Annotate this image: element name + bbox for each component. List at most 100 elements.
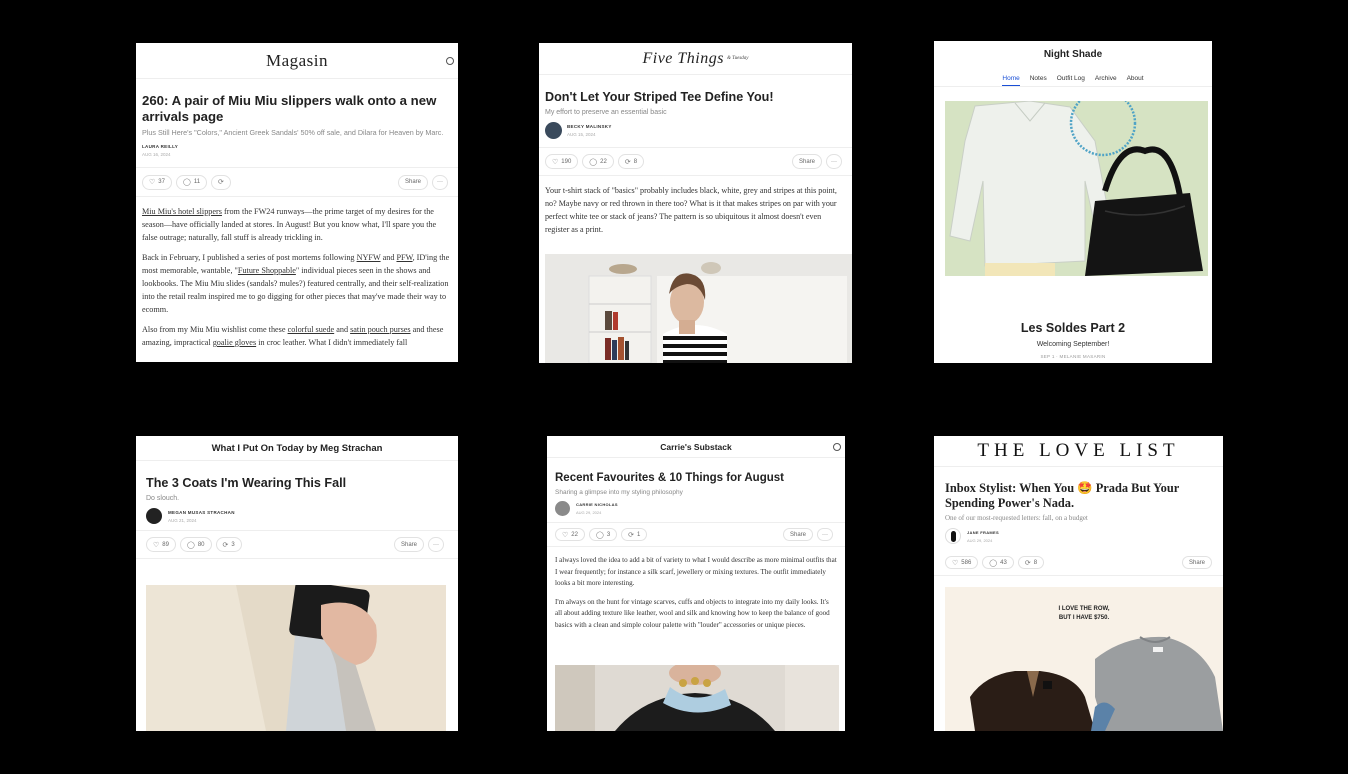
restack-count: 1	[637, 531, 641, 538]
restack-icon: ⟳	[624, 158, 631, 166]
restack-button[interactable]: ⟳	[211, 174, 231, 190]
like-button[interactable]: ♡ 89	[146, 537, 176, 552]
comment-button[interactable]: ◯ 43	[982, 556, 1014, 569]
post-card-the-love-list[interactable]: THE LOVE LIST Inbox Stylist: When You 🤩 …	[934, 436, 1223, 731]
comment-button[interactable]: ◯ 3	[588, 528, 618, 541]
like-count: 22	[571, 531, 578, 538]
avatar[interactable]	[945, 528, 961, 544]
restack-button[interactable]: ⟳ 8	[1017, 556, 1045, 569]
more-options-button[interactable]: ···	[428, 537, 444, 552]
post-title[interactable]: Les Soldes Part 2	[934, 321, 1212, 335]
like-button[interactable]: ♡ 586	[945, 556, 979, 569]
like-button[interactable]: ♡ 37	[142, 174, 172, 190]
post-subtitle: One of our most-requested letters: fall,…	[945, 514, 1088, 522]
post-title[interactable]: Don't Let Your Striped Tee Define You!	[545, 90, 846, 105]
post-title[interactable]: Recent Favourites & 10 Things for August	[555, 472, 837, 484]
nav-notes[interactable]: Notes	[1030, 75, 1047, 86]
nav-about[interactable]: About	[1127, 75, 1144, 86]
post-date: AUG 16, 2024	[142, 152, 171, 157]
nav-home[interactable]: Home	[1002, 75, 1020, 86]
more-options-button[interactable]: ···	[826, 154, 842, 169]
post-card-magasin[interactable]: Magasin 260: A pair of Miu Miu slippers …	[136, 43, 458, 362]
link[interactable]: Future Shoppable	[238, 266, 296, 275]
comment-count: 3	[606, 531, 611, 538]
nav-outfit-log[interactable]: Outfit Log	[1057, 75, 1085, 86]
link[interactable]: colorful suede	[288, 325, 335, 334]
publication-name[interactable]: THE LOVE LIST	[977, 440, 1179, 462]
post-card-five-things[interactable]: Five Things & Tuesday Don't Let Your Str…	[539, 43, 852, 363]
link[interactable]: goalie gloves	[213, 338, 256, 347]
more-options-button[interactable]: ···	[432, 174, 448, 190]
publication-nav: Home Notes Outfit Log Archive About	[934, 75, 1212, 87]
paragraph: I'm always on the hunt for vintage scarv…	[555, 597, 830, 629]
share-button[interactable]: Share	[393, 537, 424, 552]
publication-name[interactable]: Five Things	[642, 50, 724, 68]
share-button[interactable]: Share	[782, 528, 813, 541]
author-name[interactable]: CARRIE NICHOLAS	[576, 502, 618, 507]
engagement-bar: ♡ 586 ◯ 43 ⟳ 8 Share	[934, 550, 1223, 576]
publication-header: Magasin	[136, 43, 458, 79]
comment-icon: ◯	[182, 179, 191, 186]
paragraph: Back in February, I published a series o…	[142, 252, 450, 315]
paragraph: Your t-shirt stack of "basics" probably …	[545, 186, 837, 234]
like-button[interactable]: ♡ 22	[555, 528, 585, 541]
coat-mirror-selfie-photo	[146, 585, 446, 731]
link[interactable]: PFW	[396, 253, 412, 262]
nav-archive[interactable]: Archive	[1095, 75, 1117, 86]
comment-button[interactable]: ◯ 80	[179, 537, 212, 552]
comment-count: 22	[600, 158, 607, 165]
post-card-carries-substack[interactable]: Carrie's Substack Recent Favourites & 10…	[547, 436, 845, 731]
search-icon[interactable]	[833, 442, 841, 451]
link[interactable]: satin pouch purses	[350, 325, 411, 334]
link[interactable]: NYFW	[357, 253, 381, 262]
publication-name[interactable]: What I Put On Today by Meg Strachan	[212, 443, 383, 454]
post-card-night-shade[interactable]: Night Shade Home Notes Outfit Log Archiv…	[934, 41, 1212, 363]
shirt-and-bag-photo	[945, 101, 1208, 276]
post-body: Miu Miu's hotel slippers from the FW24 r…	[136, 197, 458, 349]
post-date: AUG 29, 2024	[967, 537, 993, 543]
engagement-bar: ♡ 89 ◯ 80 ⟳ 3 Share ···	[136, 530, 458, 559]
link[interactable]: Miu Miu's hotel slippers	[142, 207, 222, 216]
share-button[interactable]: Share	[397, 174, 428, 190]
restack-count: 8	[633, 158, 638, 165]
share-button[interactable]: Share	[791, 154, 822, 169]
more-options-button[interactable]: ···	[817, 528, 833, 541]
more-icon: ···	[831, 158, 837, 165]
author-name[interactable]: LAURA REILLY	[142, 144, 452, 149]
post-subtitle: Plus Still Here's "Colors," Ancient Gree…	[142, 128, 444, 137]
comment-icon: ◯	[595, 531, 604, 539]
post-image[interactable]	[555, 665, 839, 731]
publication-header: THE LOVE LIST	[934, 436, 1223, 467]
comment-count: 43	[1000, 559, 1007, 566]
author-name[interactable]: JANE FRAMES	[967, 530, 999, 535]
share-button[interactable]: Share	[1181, 556, 1212, 569]
author-name[interactable]: BECKY MALINSKY	[567, 124, 612, 129]
avatar[interactable]	[545, 122, 562, 139]
avatar[interactable]	[146, 508, 162, 524]
restack-button[interactable]: ⟳ 3	[215, 537, 242, 552]
comment-button[interactable]: ◯ 22	[582, 154, 614, 169]
comment-button[interactable]: ◯ 11	[175, 174, 208, 190]
publication-name[interactable]: Carrie's Substack	[660, 442, 731, 452]
post-subtitle: Do slouch.	[146, 495, 180, 502]
avatar[interactable]	[555, 501, 570, 516]
more-icon: ···	[437, 179, 443, 185]
author-name[interactable]: MEGAN MUSAS STRACHAN	[168, 510, 235, 515]
restack-button[interactable]: ⟳ 8	[617, 154, 645, 169]
post-image[interactable]	[945, 101, 1208, 276]
search-icon[interactable]	[446, 56, 454, 65]
post-title[interactable]: The 3 Coats I'm Wearing This Fall	[146, 476, 448, 490]
post-image[interactable]	[146, 585, 446, 731]
more-icon: ···	[433, 541, 439, 548]
publication-name[interactable]: Night Shade	[1044, 49, 1102, 60]
post-date: AUG 21, 2024	[168, 517, 197, 523]
post-title[interactable]: Inbox Stylist: When You 🤩 Prada But Your…	[945, 481, 1212, 510]
post-title[interactable]: 260: A pair of Miu Miu slippers walk ont…	[142, 93, 452, 124]
publication-name[interactable]: Magasin	[266, 51, 328, 71]
post-image[interactable]: I LOVE THE ROW, BUT I HAVE $750.	[945, 587, 1223, 731]
restack-button[interactable]: ⟳ 1	[621, 528, 648, 541]
like-count: 586	[961, 559, 972, 566]
post-image[interactable]	[545, 254, 852, 363]
like-button[interactable]: ♡ 190	[545, 154, 579, 169]
post-card-what-i-put-on-today[interactable]: What I Put On Today by Meg Strachan The …	[136, 436, 458, 731]
